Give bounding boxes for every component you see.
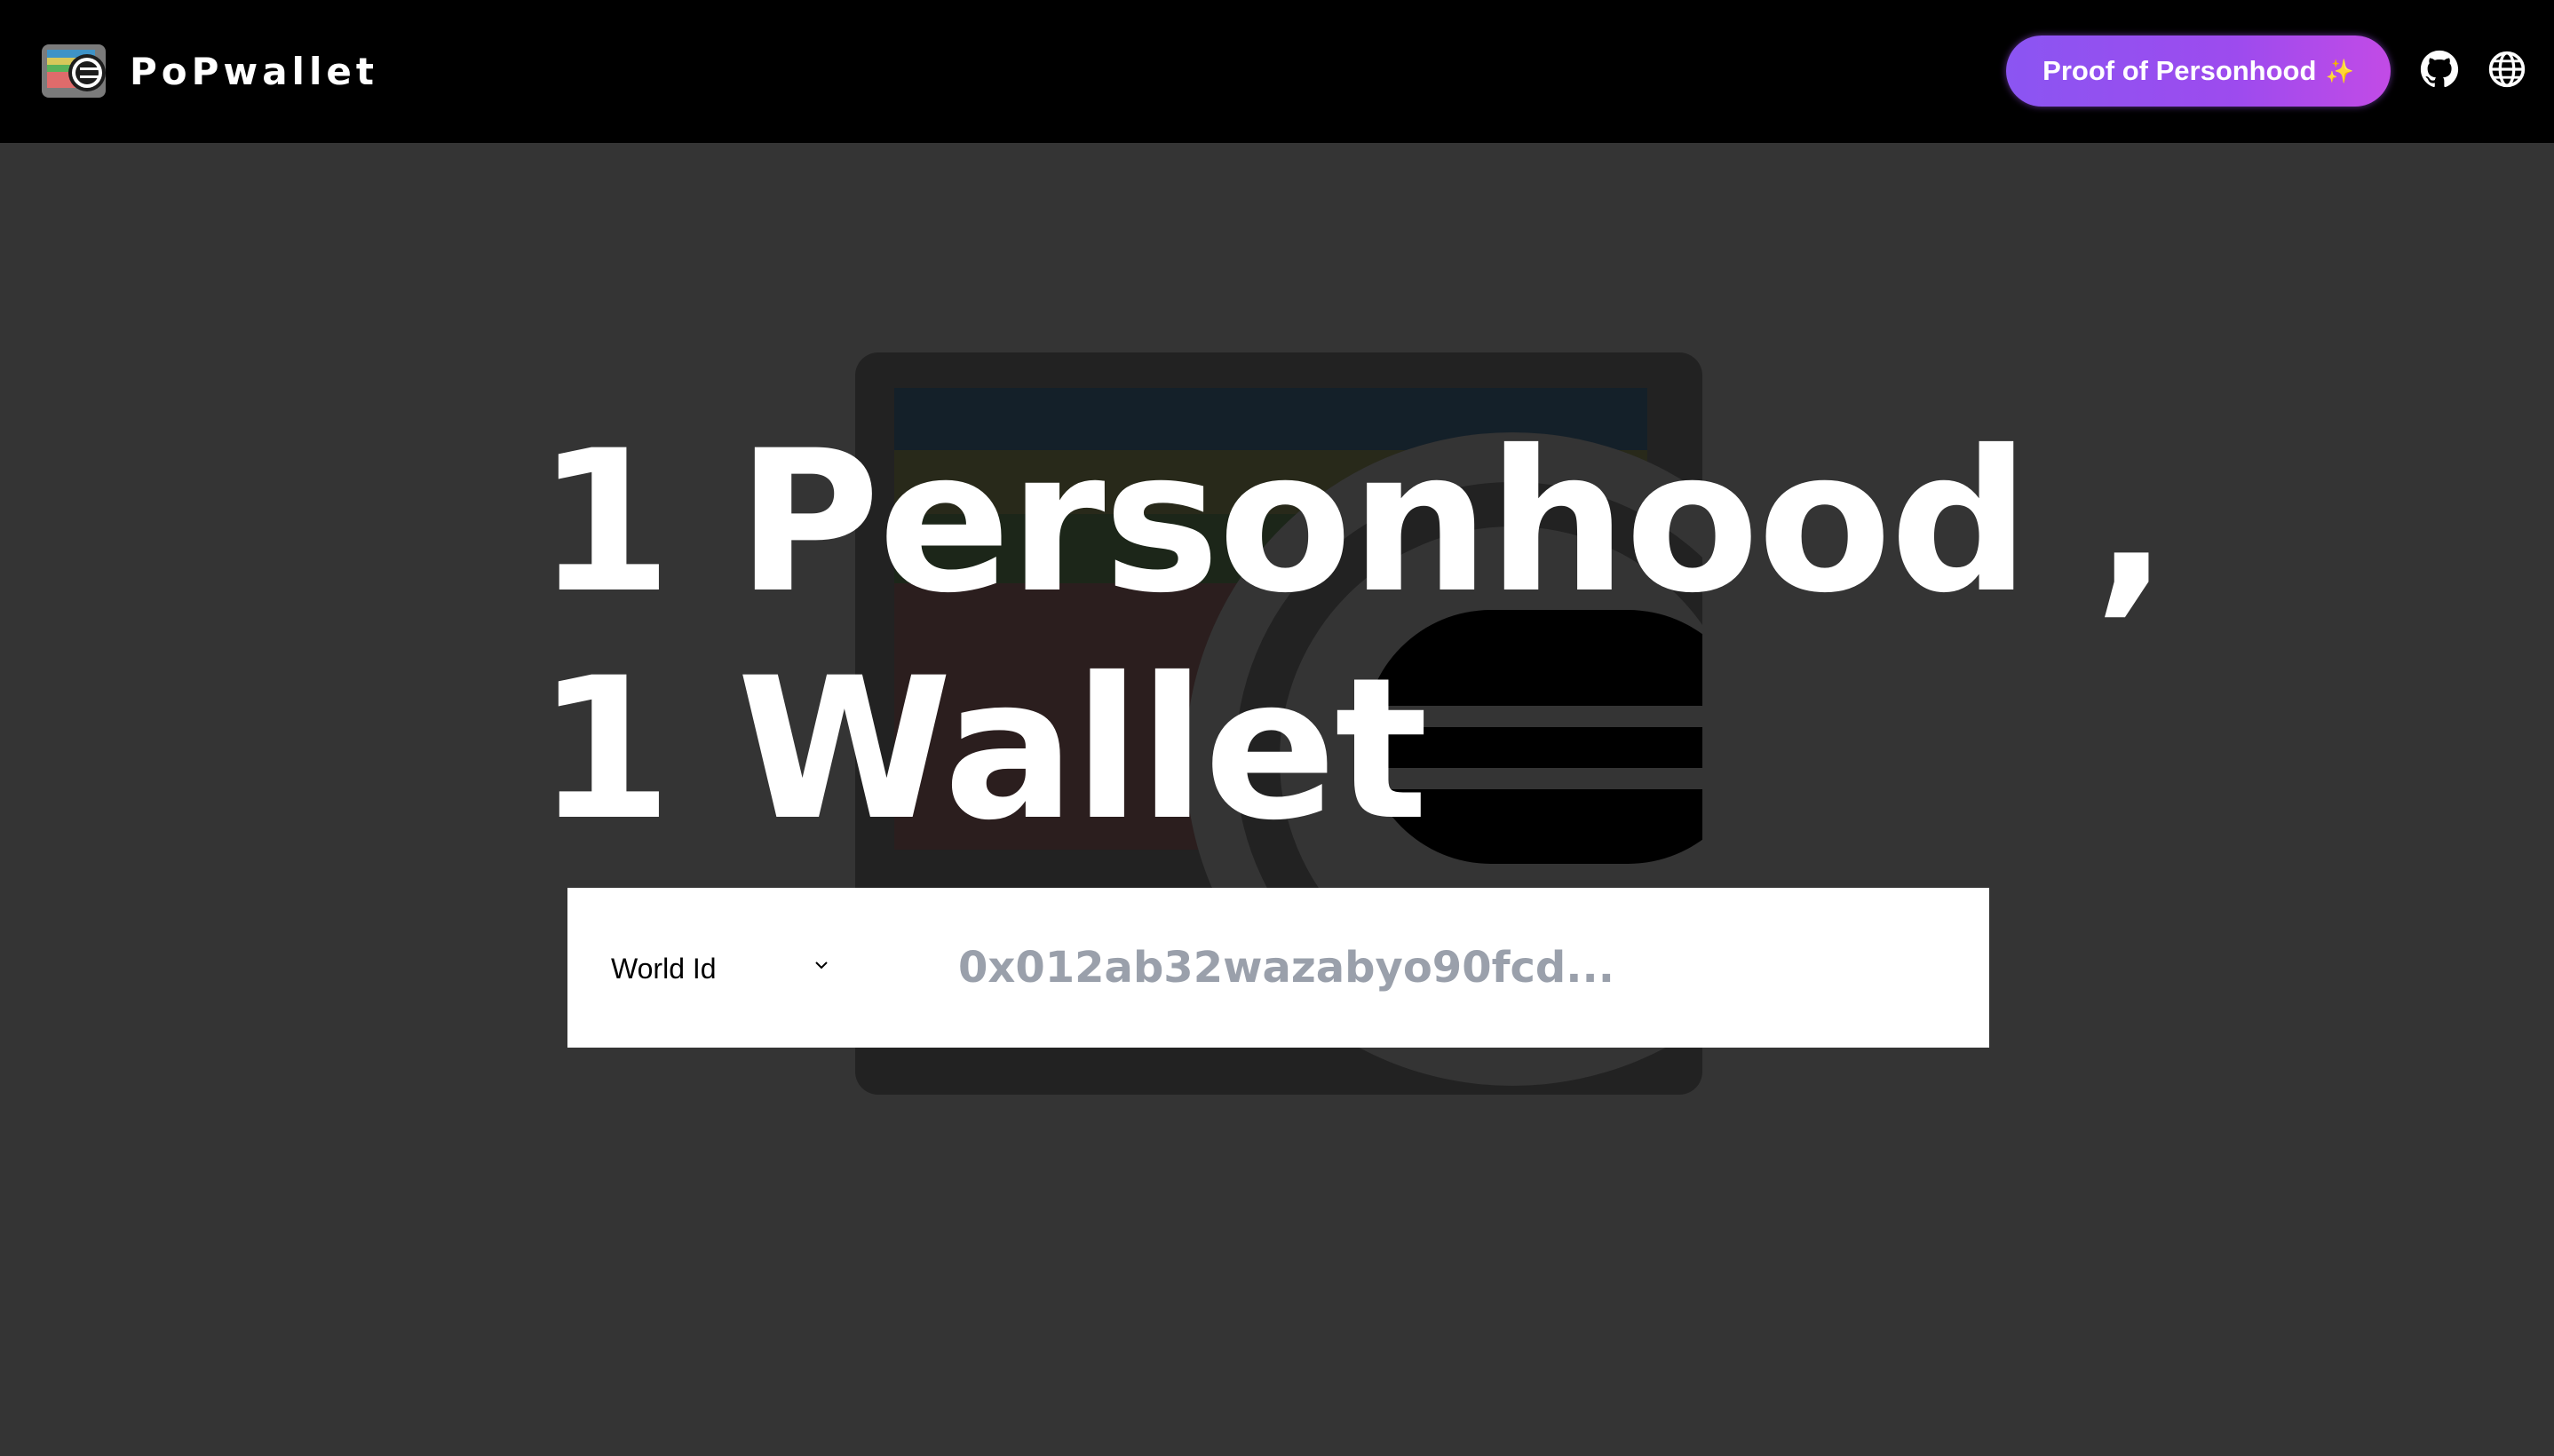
- id-type-selected-value: World Id: [611, 952, 717, 985]
- sparkles-icon: ✨: [2325, 57, 2354, 84]
- hero-headline-line-2: 1 Wallet: [536, 636, 1428, 863]
- wallet-lookup-form: World Id: [567, 888, 1989, 1048]
- github-icon[interactable]: [2420, 50, 2459, 89]
- brand-home-link[interactable]: PoPwallet: [41, 43, 378, 99]
- hero-headline-line-1: 1 Personhood ,: [536, 408, 2169, 636]
- top-navigation-bar: PoPwallet Proof of Personhood ✨: [0, 0, 2554, 143]
- address-input[interactable]: [956, 927, 1955, 1009]
- popwallet-logo-icon: [41, 43, 107, 99]
- proof-of-personhood-label: Proof of Personhood: [2042, 55, 2317, 86]
- hero-headline: 1 Personhood , 1 Wallet: [536, 408, 2169, 863]
- id-type-select[interactable]: World Id: [611, 948, 877, 989]
- globe-icon[interactable]: [2487, 50, 2526, 89]
- brand-name: PoPwallet: [130, 49, 378, 93]
- chevron-down-icon: [815, 961, 828, 969]
- proof-of-personhood-button[interactable]: Proof of Personhood ✨: [2006, 36, 2391, 107]
